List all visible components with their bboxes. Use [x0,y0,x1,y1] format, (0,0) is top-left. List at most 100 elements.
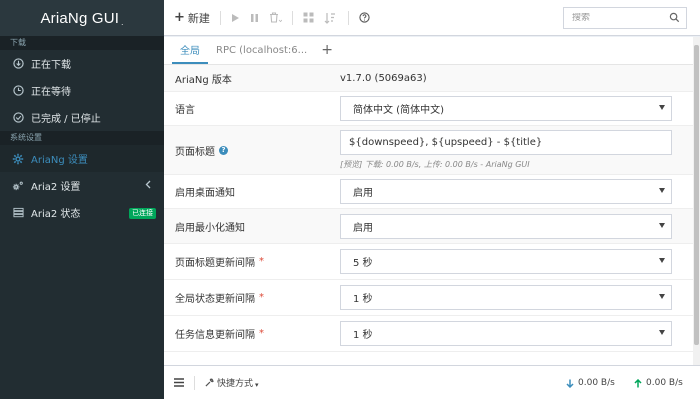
gear-icon [12,153,24,165]
arrow-up-icon [634,378,642,387]
caret-down-icon [659,294,665,299]
question-circle-icon [359,12,370,23]
setting-row-task-interval: 任务信息更新间隔 * 1 秒 [164,316,693,352]
app-logo-text: AriaNg GUI [40,9,120,27]
setting-label: 启用最小化通知 [175,222,245,234]
global-interval-value: 1 秒 [353,294,373,305]
sidebar: AriaNg GUI. 下载 正在下载 正在等待 已完成 / 已停止 系统设置 … [0,0,164,399]
caret-down-icon [659,188,665,193]
search-input[interactable] [572,13,668,23]
settings-panel: 全局 RPC (localhost:6... + AriaNg 版本 v1.7.… [164,37,693,365]
footer-bar: 快捷方式 ▾ 0.00 B/s 0.00 B/s [164,365,700,399]
content-scrollbar[interactable] [693,37,700,365]
trash-icon [269,12,282,23]
setting-row-global-interval: 全局状态更新间隔 * 1 秒 [164,280,693,316]
minimize-notification-value: 启用 [353,222,373,234]
menu-toggle-button[interactable] [174,378,184,387]
server-icon [12,207,24,219]
start-button[interactable] [231,13,240,23]
new-task-label: 新建 [187,11,210,25]
sidebar-item-aria2-status[interactable]: Aria2 状态 已连接 [0,199,164,226]
setting-label: 语言 [175,105,195,116]
download-speed-value: 0.00 B/s [578,378,615,388]
section-header-settings: 系统设置 [0,131,164,145]
tab-global[interactable]: 全局 [172,37,208,64]
required-mark: * [259,328,264,339]
setting-row-desktop-notification: 启用桌面通知 启用 [164,175,693,209]
setting-label-page-title: 页面标题 ? [164,126,340,174]
sidebar-item-waiting[interactable]: 正在等待 [0,77,164,104]
grid-icon [303,12,314,23]
shortcut-button[interactable]: 快捷方式 ▾ [205,376,259,389]
global-interval-select[interactable]: 1 秒 [340,285,672,310]
hamburger-icon [174,378,184,387]
version-value: v1.7.0 (5069a63) [340,72,427,84]
footer-divider [194,375,195,390]
sidebar-item-stopped[interactable]: 已完成 / 已停止 [0,104,164,131]
page-title-preview: [预览] 下载: 0.00 B/s, 上传: 0.00 B/s - AriaNg… [340,160,530,169]
dropdown-mark-icon: ▾ [255,381,259,389]
setting-row-title-interval: 页面标题更新间隔 * 5 秒 [164,244,693,280]
sidebar-item-label: Aria2 状态 [31,209,81,220]
sidebar-item-label: 已完成 / 已停止 [31,114,101,125]
setting-row-language: 语言 简体中文 (简体中文) [164,92,693,126]
play-icon [231,13,239,22]
caret-down-icon [659,258,665,263]
setting-label: 任务信息更新间隔 [175,330,255,341]
toolbar: + 新建 [164,0,700,36]
chevron-left-icon [145,180,151,192]
setting-label-task-interval: 任务信息更新间隔 * [164,316,340,351]
add-rpc-tab-button[interactable]: + [315,37,339,64]
wrench-icon [205,378,214,387]
tab-rpc[interactable]: RPC (localhost:6... [208,37,315,64]
setting-row-minimize-notification: 启用最小化通知 启用 [164,209,693,244]
task-interval-select[interactable]: 1 秒 [340,321,672,346]
page-title-input[interactable]: ${downspeed}, ${upspeed} - ${title} [340,130,672,155]
clock-icon [12,85,24,97]
setting-label-title-interval: 页面标题更新间隔 * [164,244,340,279]
desktop-notification-select[interactable]: 启用 [340,179,672,204]
help-icon[interactable]: ? [219,145,228,155]
app-logo[interactable]: AriaNg GUI. [0,0,164,36]
required-mark: * [259,256,264,267]
setting-row-version: AriaNg 版本 v1.7.0 (5069a63) [164,65,693,92]
download-icon [12,58,24,70]
setting-row-page-title: 页面标题 ? ${downspeed}, ${upspeed} - ${titl… [164,126,693,175]
check-circle-icon [12,112,24,124]
download-speed: 0.00 B/s [566,378,615,388]
desktop-notification-value: 启用 [353,188,373,199]
sidebar-item-label: AriaNg 设置 [31,155,88,166]
setting-label: 页面标题 [175,146,215,158]
sidebar-item-ariang-settings[interactable]: AriaNg 设置 [0,145,164,172]
app-logo-suffix: . [121,17,124,27]
sidebar-item-label: 正在下载 [31,60,71,71]
delete-button[interactable] [269,12,282,23]
gears-icon [12,180,24,192]
minimize-notification-select[interactable]: 启用 [340,213,672,239]
scrollbar-thumb[interactable] [694,45,699,345]
connected-badge: 已连接 [129,208,156,219]
section-header-download: 下载 [0,36,164,50]
caret-down-icon [659,222,665,228]
sort-button[interactable] [324,12,338,24]
toolbar-divider [347,10,349,25]
toolbar-divider [219,10,221,25]
caret-down-icon [659,105,665,110]
setting-label-global-interval: 全局状态更新间隔 * [164,280,340,315]
pause-button[interactable] [250,13,259,23]
about-button[interactable] [359,12,370,23]
upload-speed-value: 0.00 B/s [646,378,683,388]
pause-icon [250,13,258,22]
arrow-down-icon [566,379,574,388]
search-icon[interactable] [669,12,680,26]
title-interval-select[interactable]: 5 秒 [340,249,672,274]
sidebar-item-downloading[interactable]: 正在下载 [0,50,164,77]
sidebar-item-aria2-settings[interactable]: Aria2 设置 [0,172,164,199]
new-task-button[interactable]: + 新建 [174,10,210,26]
language-select[interactable]: 简体中文 (简体中文) [340,96,672,121]
title-interval-value: 5 秒 [353,258,373,269]
setting-label: 全局状态更新间隔 [175,294,255,305]
plus-icon: + [174,10,185,25]
sidebar-item-label: Aria2 设置 [31,182,81,193]
select-all-button[interactable] [303,12,314,23]
